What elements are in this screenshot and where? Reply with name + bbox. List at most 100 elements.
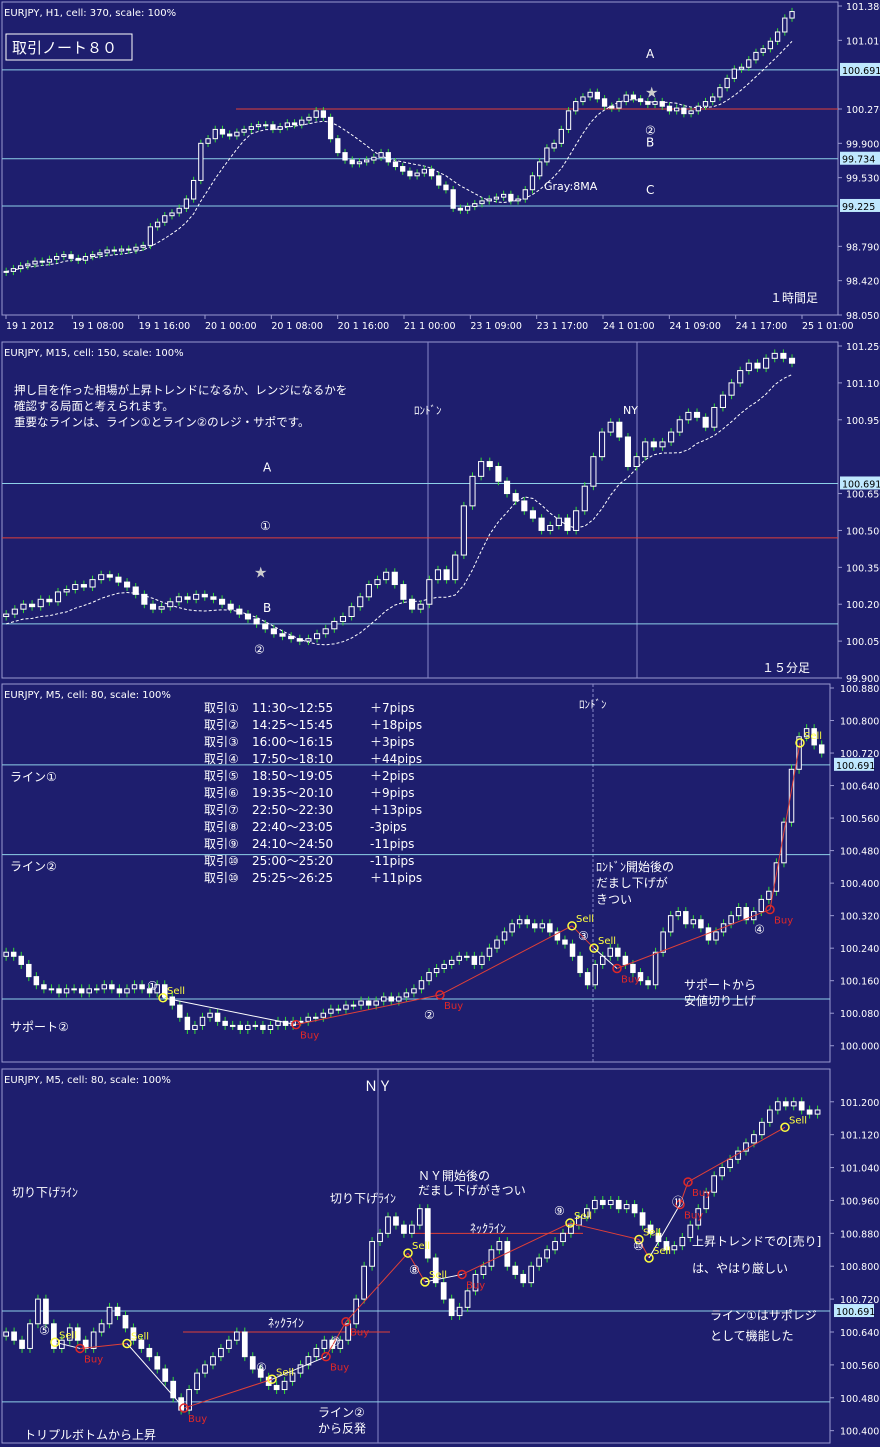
y-tick-label: 100.240	[840, 944, 879, 955]
level-label: B	[646, 136, 654, 150]
trade-label: 取引①	[204, 701, 239, 715]
candle-body	[385, 1216, 391, 1234]
candle-body	[18, 955, 24, 965]
chart-background	[0, 1067, 880, 1447]
candle-body	[139, 984, 145, 990]
candle-body	[564, 517, 571, 531]
candle-body	[353, 1298, 360, 1325]
candle-body	[122, 1315, 129, 1329]
candle-body	[503, 480, 511, 495]
candle-body	[623, 1204, 630, 1210]
trade-pips: ＋9pips	[370, 786, 414, 800]
candle-body	[623, 94, 629, 103]
candle-body	[806, 1109, 813, 1115]
candle-body	[146, 1347, 153, 1358]
candle-body	[780, 352, 787, 359]
signal-label: Buy	[188, 1414, 207, 1425]
candle-body	[766, 890, 772, 900]
trade-time: 17:50～18:10	[252, 752, 333, 766]
candle-body	[713, 931, 719, 941]
signal-label: Buy	[684, 1211, 703, 1222]
candle-body	[43, 1298, 49, 1325]
signal-label: Sell	[789, 1115, 807, 1126]
candle-body	[369, 1241, 375, 1267]
candle-body	[448, 1298, 455, 1317]
candle-body	[90, 1331, 97, 1349]
candle-body	[106, 1306, 113, 1325]
y-tick-label: 100.200	[846, 600, 880, 611]
trade-pips: -11pips	[370, 854, 414, 868]
y-tick-label: 100.880	[840, 1229, 879, 1240]
candle-body	[11, 1331, 17, 1341]
candle-body	[162, 1368, 169, 1382]
trade-label: 取引⑨	[204, 837, 239, 851]
candle-body	[101, 984, 108, 990]
trade-label: 取引⑦	[204, 803, 239, 817]
star-marker: ★	[254, 563, 267, 581]
candle-body	[528, 1265, 535, 1284]
candle-body	[32, 260, 38, 265]
candle-body	[343, 1004, 349, 1010]
candle-body	[711, 1175, 718, 1193]
candle-body	[237, 1024, 243, 1030]
candle-body	[241, 128, 247, 133]
trade-label: 取引⑩	[204, 854, 239, 868]
candle-body	[339, 616, 347, 622]
candle-body	[751, 1134, 757, 1144]
trade-number-marker: ②	[424, 1008, 435, 1022]
candle-body	[313, 633, 321, 640]
candle-body	[560, 1232, 566, 1243]
candle-body	[529, 510, 537, 519]
candle-body	[383, 571, 390, 581]
signal-label: Sell	[131, 1332, 149, 1343]
candle-body	[569, 943, 576, 957]
candle-body	[226, 1339, 232, 1349]
candle-body	[414, 172, 420, 177]
level-label: C	[646, 183, 654, 197]
price-tag: 100.691	[842, 66, 880, 77]
candle-body	[37, 598, 44, 608]
candle-body	[609, 105, 615, 109]
candle-body	[249, 1356, 256, 1370]
candle-body	[222, 1020, 228, 1026]
candle-body	[270, 628, 277, 635]
candle-body	[607, 421, 614, 433]
candle-body	[54, 591, 62, 603]
candle-body	[154, 221, 161, 228]
level-label: B	[263, 601, 271, 615]
candle-body	[537, 161, 543, 177]
candle-body	[590, 456, 597, 487]
candle-body	[494, 939, 500, 949]
candle-body	[175, 596, 182, 603]
candle-body	[234, 131, 240, 137]
candle-body	[335, 138, 341, 154]
y-tick-label: 100.050	[846, 637, 880, 648]
candle-body	[789, 11, 795, 19]
candle-body	[299, 119, 305, 126]
candle-body	[169, 996, 176, 1006]
trade-time: 25:25～26:25	[252, 871, 333, 885]
candle-body	[260, 1024, 266, 1030]
candle-body	[131, 984, 138, 990]
x-tick-label: 23 1 09:00	[470, 321, 522, 332]
candle-body	[516, 919, 523, 925]
candle-body	[388, 996, 395, 1002]
candle-body	[637, 98, 644, 103]
candle-body	[426, 579, 433, 605]
candle-body	[695, 105, 701, 112]
x-tick-label: 25 1 01:00	[802, 321, 854, 332]
candle-body	[601, 98, 608, 107]
y-tick-label: 99.900	[846, 674, 879, 682]
candle-body	[486, 461, 493, 468]
x-tick-label: 24 1 09:00	[669, 321, 721, 332]
trade-time: 18:50～19:05	[252, 769, 333, 783]
candle-body	[738, 66, 745, 70]
candle-body	[154, 1356, 161, 1370]
candle-body	[472, 203, 478, 207]
trade-time: 25:00～25:20	[252, 854, 333, 868]
candle-body	[167, 601, 174, 608]
x-tick-label: 19 1 08:00	[72, 321, 124, 332]
candle-body	[532, 923, 538, 929]
y-tick-label: 100.800	[840, 717, 879, 728]
candle-body	[255, 124, 262, 128]
